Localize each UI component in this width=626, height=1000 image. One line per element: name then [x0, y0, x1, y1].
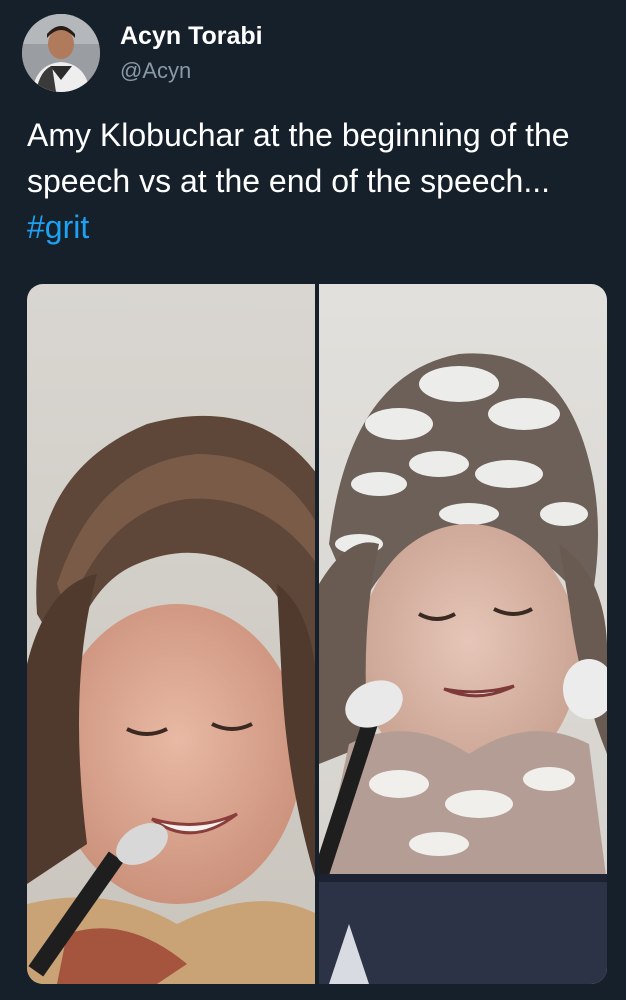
avatar[interactable] — [22, 14, 100, 92]
tweet-body-text: Amy Klobuchar at the beginning of the sp… — [27, 117, 570, 199]
tweet-text: Amy Klobuchar at the beginning of the sp… — [27, 112, 607, 250]
photo-right-image — [319, 284, 607, 984]
tweet-card: Acyn Torabi @Acyn Amy Klobuchar at the b… — [0, 0, 626, 1000]
media-grid — [27, 284, 607, 984]
author-display-name[interactable]: Acyn Torabi — [120, 22, 263, 51]
hashtag-link[interactable]: #grit — [27, 209, 89, 245]
avatar-image — [22, 14, 100, 92]
author-handle[interactable]: @Acyn — [120, 58, 191, 84]
photo-end-of-speech[interactable] — [319, 284, 607, 984]
photo-left-image — [27, 284, 315, 984]
photo-beginning-of-speech[interactable] — [27, 284, 315, 984]
